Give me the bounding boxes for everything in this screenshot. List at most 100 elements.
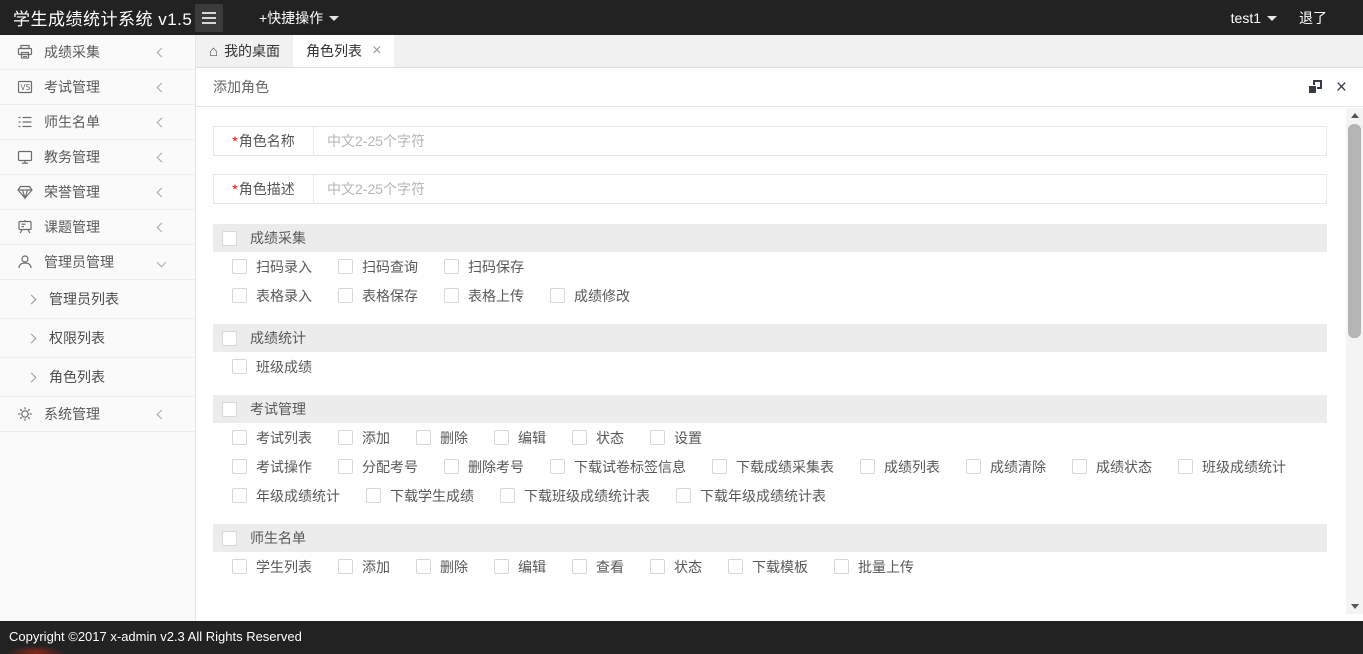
permission-checkbox[interactable]	[232, 459, 247, 474]
sidebar-item-project-manage[interactable]: 课题管理	[0, 210, 195, 245]
permission-item[interactable]: 表格上传	[444, 286, 524, 306]
permission-checkbox[interactable]	[444, 459, 459, 474]
sidebar-item-exam-manage[interactable]: VS 考试管理	[0, 70, 195, 105]
permission-checkbox[interactable]	[728, 559, 743, 574]
group-checkbox[interactable]	[222, 330, 237, 346]
permission-checkbox[interactable]	[860, 459, 875, 474]
quick-actions-dropdown[interactable]: +快捷操作	[259, 8, 340, 28]
permission-item[interactable]: 状态	[572, 428, 624, 448]
scrollbar-down-arrow-icon[interactable]	[1346, 599, 1363, 614]
close-icon[interactable]: ×	[1336, 78, 1347, 97]
permission-item[interactable]: 学生列表	[232, 557, 312, 577]
permission-checkbox[interactable]	[550, 459, 565, 474]
permission-checkbox[interactable]	[416, 430, 431, 445]
permission-item[interactable]: 添加	[338, 557, 390, 577]
permission-item[interactable]: 删除考号	[444, 457, 524, 477]
permission-item[interactable]: 批量上传	[834, 557, 914, 577]
permission-checkbox[interactable]	[1072, 459, 1087, 474]
permission-item[interactable]: 添加	[338, 428, 390, 448]
permission-checkbox[interactable]	[550, 288, 565, 303]
permission-checkbox[interactable]	[966, 459, 981, 474]
permission-checkbox[interactable]	[416, 559, 431, 574]
restore-icon[interactable]	[1307, 80, 1322, 94]
permission-checkbox[interactable]	[444, 288, 459, 303]
permission-item[interactable]: 设置	[650, 428, 702, 448]
permission-item[interactable]: 扫码录入	[232, 257, 312, 277]
permission-item[interactable]: 成绩清除	[966, 457, 1046, 477]
user-menu-dropdown[interactable]: test1	[1231, 10, 1277, 26]
sidebar-subitem-permission-list[interactable]: 权限列表	[0, 319, 195, 358]
permission-checkbox[interactable]	[1178, 459, 1193, 474]
permission-item[interactable]: 查看	[572, 557, 624, 577]
permission-item[interactable]: 下载班级成绩统计表	[500, 486, 650, 506]
permission-item[interactable]: 考试操作	[232, 457, 312, 477]
role-desc-input[interactable]	[314, 175, 1326, 203]
permission-item[interactable]: 状态	[650, 557, 702, 577]
sidebar-item-academic-manage[interactable]: 教务管理	[0, 140, 195, 175]
group-checkbox[interactable]	[222, 530, 237, 546]
permission-checkbox[interactable]	[232, 288, 247, 303]
permission-item[interactable]: 下载学生成绩	[366, 486, 474, 506]
permission-checkbox[interactable]	[650, 430, 665, 445]
sidebar-item-system-manage[interactable]: 系统管理	[0, 397, 195, 432]
permission-checkbox[interactable]	[676, 488, 691, 503]
tab-desktop[interactable]: ⌂ 我的桌面	[196, 35, 293, 67]
permission-checkbox[interactable]	[494, 430, 509, 445]
permission-item[interactable]: 编辑	[494, 557, 546, 577]
permission-item[interactable]: 表格保存	[338, 286, 418, 306]
sidebar-item-roster[interactable]: 师生名单	[0, 105, 195, 140]
permission-checkbox[interactable]	[338, 288, 353, 303]
permission-checkbox[interactable]	[232, 559, 247, 574]
permission-checkbox[interactable]	[232, 430, 247, 445]
permission-checkbox[interactable]	[500, 488, 515, 503]
permission-item[interactable]: 成绩状态	[1072, 457, 1152, 477]
sidebar-subitem-role-list[interactable]: 角色列表	[0, 358, 195, 397]
permission-item[interactable]: 删除	[416, 557, 468, 577]
permission-checkbox[interactable]	[338, 259, 353, 274]
sidebar-subitem-admin-list[interactable]: 管理员列表	[0, 280, 195, 319]
sidebar-item-score-collect[interactable]: 成绩采集	[0, 35, 195, 70]
permission-checkbox[interactable]	[366, 488, 381, 503]
role-name-input[interactable]	[314, 127, 1326, 155]
permission-checkbox[interactable]	[834, 559, 849, 574]
permission-checkbox[interactable]	[650, 559, 665, 574]
scrollbar-up-arrow-icon[interactable]	[1346, 108, 1363, 123]
permission-item[interactable]: 成绩修改	[550, 286, 630, 306]
permission-checkbox[interactable]	[572, 430, 587, 445]
permission-item[interactable]: 班级成绩	[232, 357, 312, 377]
sidebar-item-honor-manage[interactable]: 荣誉管理	[0, 175, 195, 210]
permission-item[interactable]: 下载试卷标签信息	[550, 457, 686, 477]
scrollbar-thumb[interactable]	[1348, 124, 1361, 338]
permission-checkbox[interactable]	[712, 459, 727, 474]
group-checkbox[interactable]	[222, 401, 237, 417]
permission-checkbox[interactable]	[572, 559, 587, 574]
tab-close-icon[interactable]: ×	[372, 43, 381, 59]
permission-checkbox[interactable]	[232, 359, 247, 374]
permission-checkbox[interactable]	[338, 559, 353, 574]
permission-checkbox[interactable]	[338, 459, 353, 474]
permission-item[interactable]: 下载成绩采集表	[712, 457, 834, 477]
permission-checkbox[interactable]	[444, 259, 459, 274]
permission-item[interactable]: 分配考号	[338, 457, 418, 477]
sidebar-item-admin-manage[interactable]: 管理员管理	[0, 245, 195, 280]
group-checkbox[interactable]	[222, 230, 237, 246]
permission-item[interactable]: 扫码保存	[444, 257, 524, 277]
permission-item[interactable]: 考试列表	[232, 428, 312, 448]
permission-checkbox[interactable]	[494, 559, 509, 574]
permission-item[interactable]: 扫码查询	[338, 257, 418, 277]
sidebar-toggle-button[interactable]	[195, 3, 223, 32]
permission-checkbox[interactable]	[338, 430, 353, 445]
permission-item[interactable]: 成绩列表	[860, 457, 940, 477]
permission-checkbox[interactable]	[232, 259, 247, 274]
permission-checkbox[interactable]	[232, 488, 247, 503]
logout-link[interactable]: 退了	[1299, 8, 1327, 28]
permission-item[interactable]: 下载模板	[728, 557, 808, 577]
permission-item[interactable]: 删除	[416, 428, 468, 448]
permission-item[interactable]: 年级成绩统计	[232, 486, 340, 506]
permission-item[interactable]: 班级成绩统计	[1178, 457, 1286, 477]
permission-item[interactable]: 表格录入	[232, 286, 312, 306]
vertical-scrollbar[interactable]	[1346, 108, 1363, 614]
permission-item[interactable]: 编辑	[494, 428, 546, 448]
permission-item[interactable]: 下载年级成绩统计表	[676, 486, 826, 506]
tab-role-list[interactable]: 角色列表 ×	[293, 35, 395, 67]
